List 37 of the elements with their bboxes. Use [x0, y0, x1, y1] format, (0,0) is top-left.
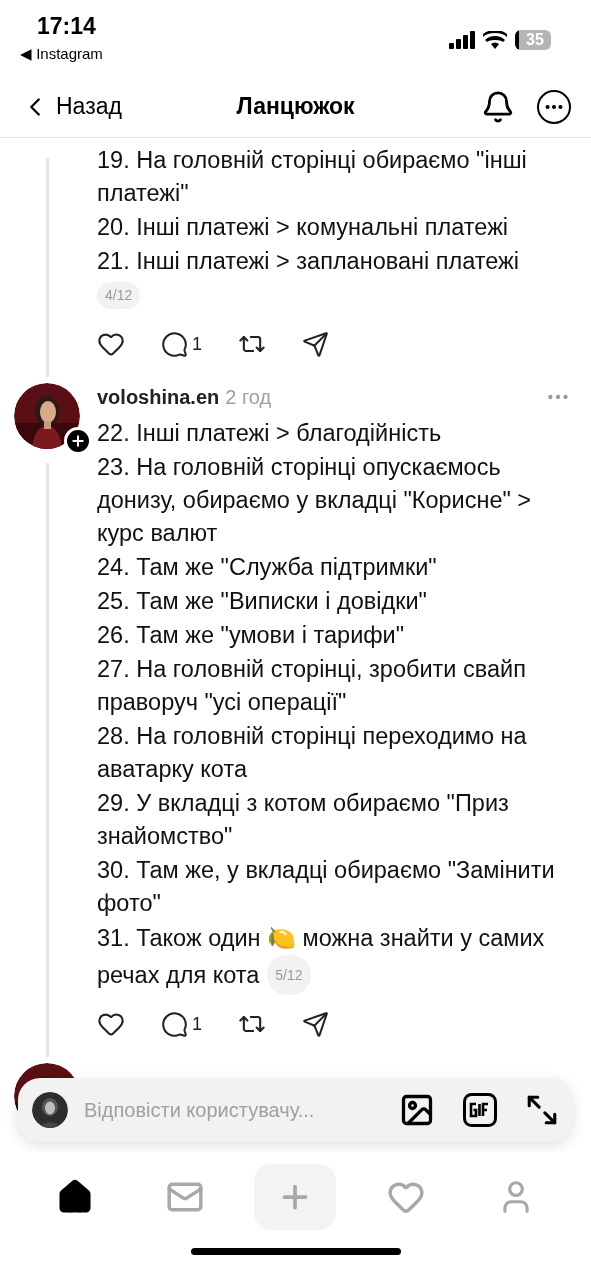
post-text: 22. Інші платежі > благодійність [97, 419, 443, 448]
comment-icon[interactable] [161, 330, 188, 358]
post-text: 26. Там же "умови і тарифи" [97, 621, 406, 650]
post-text: 24. Там же "Служба підтримки" [97, 553, 438, 582]
status-time: 17:14 [37, 12, 96, 40]
wifi-icon [483, 31, 507, 49]
post-text: 21. Інші платежі > заплановані платежі [97, 247, 520, 276]
post-text: 28. На головній сторінці переходимо на аватарку кота [97, 722, 528, 784]
back-button[interactable]: Назад [20, 89, 122, 124]
post-text: 20. Інші платежі > комунальні платежі [97, 213, 510, 242]
expand-icon[interactable] [525, 1093, 559, 1127]
post-time: 2 год [225, 385, 272, 410]
more-options-icon[interactable] [537, 89, 571, 124]
page-title: Ланцюжок [236, 92, 355, 122]
post-text: 19. На головній сторінці обираємо "інші платежі" [97, 146, 528, 208]
post-text: 29. У вкладці з котом обираємо "Приз знайомство" [97, 789, 510, 851]
post-text: речах для кота [97, 961, 260, 990]
share-icon[interactable] [302, 330, 329, 358]
share-icon[interactable] [302, 1010, 329, 1038]
page-counter: 4/12 [97, 282, 141, 309]
image-icon[interactable] [399, 1092, 435, 1128]
back-to-app-link[interactable]: ◀ Instagram [20, 44, 103, 64]
comment-count: 1 [192, 1012, 202, 1036]
signal-icon [449, 31, 475, 49]
reply-field[interactable]: Відповісти користувачу... [84, 1095, 383, 1125]
comment-count: 1 [192, 332, 202, 356]
battery-indicator: 35 [515, 30, 551, 50]
gif-icon[interactable] [463, 1093, 497, 1127]
post-text: 25. Там же "Виписки і довідки" [97, 587, 428, 616]
post-text: 27. На головній сторінці, зробити свайп праворуч "усі операції" [97, 655, 527, 717]
post-text: 30. Там же, у вкладці обираємо "Замінити фото" [97, 856, 556, 918]
post-text: 31. Також один 🍋 можна знайти у самих [97, 924, 545, 953]
page-counter: 5/12 [267, 955, 311, 995]
username[interactable]: voloshina.en [97, 382, 220, 412]
bell-icon[interactable] [481, 89, 515, 124]
post-text: 23. На головній сторінці опускаємось донизу, обираємо у вкладці "Корисне" > курс валют [97, 453, 533, 548]
comment-icon[interactable] [161, 1010, 188, 1038]
